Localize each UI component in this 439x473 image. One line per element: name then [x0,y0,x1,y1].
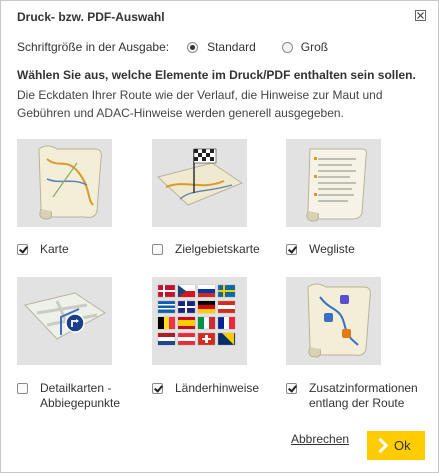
country-flags-icon[interactable] [152,277,247,365]
destination-flag-map-icon[interactable] [152,139,247,227]
checkbox-laenderhinweise[interactable] [152,383,163,394]
option-detailkarten-line2[interactable]: Abbiegepunkte [40,396,120,410]
cancel-button[interactable]: Abbrechen [291,432,349,446]
option-detailkarten[interactable]: Detailkarten - Abbiegepunkte [17,381,120,411]
dialog-title: Druck- bzw. PDF-Auswahl [17,10,165,24]
info-route-scroll-icon[interactable] [286,277,381,365]
checkbox-detailkarten[interactable] [17,383,28,394]
font-size-label: Schriftgröße in der Ausgabe: [17,40,170,54]
font-size-row: Schriftgröße in der Ausgabe: Standard Gr… [17,40,328,54]
option-karte[interactable]: Karte [17,242,69,257]
option-zielgebietskarte-label[interactable]: Zielgebietskarte [175,242,260,257]
arrow-right-icon [372,437,389,454]
radio-standard-label[interactable]: Standard [207,40,256,54]
checkbox-wegliste[interactable] [286,244,297,255]
option-detailkarten-label[interactable]: Detailkarten - Abbiegepunkte [40,381,120,411]
option-zusatzinformationen-label[interactable]: Zusatzinformationen entlang der Route [309,381,418,411]
option-zusatzinformationen[interactable]: Zusatzinformationen entlang der Route [286,381,418,411]
print-pdf-dialog: Druck- bzw. PDF-Auswahl Schriftgröße in … [0,0,439,473]
route-list-scroll-icon[interactable] [286,139,381,227]
map-scroll-icon[interactable] [17,139,112,227]
selection-description: Die Eckdaten Ihrer Route wie der Verlauf… [17,88,383,120]
option-wegliste-label[interactable]: Wegliste [309,242,355,257]
option-detailkarten-line1[interactable]: Detailkarten - [40,381,111,395]
option-zielgebietskarte[interactable]: Zielgebietskarte [152,242,260,257]
ok-button[interactable]: Ok [367,431,425,460]
selection-heading: Wählen Sie aus, welche Elemente im Druck… [17,68,416,82]
checkbox-zusatzinformationen[interactable] [286,383,297,394]
option-zusatzinformationen-line2[interactable]: entlang der Route [309,396,404,410]
radio-standard-button[interactable] [187,41,199,53]
option-karte-label[interactable]: Karte [40,242,69,257]
option-laenderhinweise[interactable]: Länderhinweise [152,381,259,396]
option-laenderhinweise-label[interactable]: Länderhinweise [175,381,259,396]
radio-standard[interactable]: Standard [187,40,256,54]
option-zusatzinformationen-line1[interactable]: Zusatzinformationen [309,381,418,395]
radio-gross-button[interactable] [281,41,293,53]
turn-point-map-icon[interactable] [17,277,112,365]
checkbox-zielgebietskarte[interactable] [152,244,163,255]
ok-button-label[interactable]: Ok [394,438,411,453]
option-wegliste[interactable]: Wegliste [286,242,355,257]
checkbox-karte[interactable] [17,244,28,255]
radio-gross-label[interactable]: Groß [301,40,328,54]
close-icon[interactable] [415,10,426,21]
radio-gross[interactable]: Groß [281,40,328,54]
